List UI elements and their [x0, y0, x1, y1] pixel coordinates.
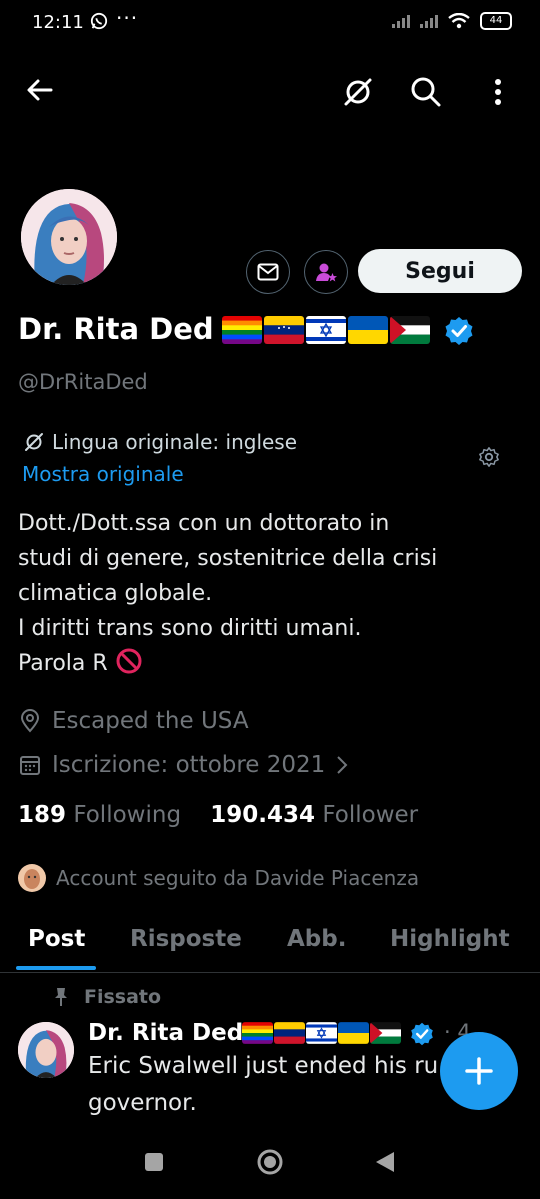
- avatar-image: [18, 1022, 74, 1078]
- profile-handle: @DrRitaDed: [18, 370, 148, 394]
- post-text-line: Eric Swalwell just ended his ru: [88, 1053, 439, 1079]
- location-text: Escaped the USA: [52, 708, 249, 734]
- status-time: 12:11: [32, 12, 84, 33]
- venezuela-flag-icon: [264, 316, 304, 344]
- location-icon: [20, 709, 40, 733]
- bio-line: studi di genere, sostenitrice della cris…: [18, 546, 438, 571]
- home-circle-icon[interactable]: [256, 1148, 284, 1176]
- followers-count: 190.434: [210, 802, 316, 828]
- translation-info: Lingua originale: inglese: [22, 430, 297, 454]
- signal-icon: [392, 14, 410, 28]
- venezuela-flag-icon: [274, 1022, 305, 1044]
- status-bar: 12:11 ··· 44: [0, 0, 540, 50]
- verified-badge-icon: [445, 317, 473, 345]
- ukraine-flag-icon: [348, 316, 388, 344]
- palestine-flag-icon: [370, 1022, 401, 1044]
- followers-link[interactable]: 190.434 Follower: [210, 802, 418, 828]
- join-date-row[interactable]: Iscrizione: ottobre 2021: [18, 752, 349, 778]
- name-flags: [222, 316, 430, 344]
- followed-by-row[interactable]: Account seguito da Davide Piacenza: [18, 864, 419, 892]
- post-text[interactable]: Eric Swalwell just ended his ru governor…: [88, 1048, 468, 1122]
- ukraine-flag-icon: [338, 1022, 369, 1044]
- follower-avatar: [18, 864, 46, 892]
- tab-replies[interactable]: Risposte: [130, 926, 242, 952]
- follow-button[interactable]: Segui: [358, 249, 522, 293]
- palestine-flag-icon: [390, 316, 430, 344]
- compose-post-button[interactable]: [440, 1032, 518, 1110]
- join-date-text: Iscrizione: ottobre 2021: [52, 752, 326, 778]
- israel-flag-icon: [306, 316, 346, 344]
- follow-counts: 189 Following 190.434 Follower: [18, 802, 418, 828]
- settings-gear-icon[interactable]: [478, 446, 500, 468]
- signal-2-icon: [420, 14, 438, 28]
- back-triangle-icon[interactable]: [374, 1150, 396, 1174]
- bio-line-last: Parola R: [18, 646, 518, 681]
- following-count: 189: [18, 802, 67, 828]
- profile-bio: Dott./Dott.ssa con un dottorato in studi…: [18, 506, 518, 681]
- location-row: Escaped the USA: [18, 708, 249, 734]
- battery-indicator: 44: [480, 12, 512, 30]
- verified-badge-icon: [411, 1022, 433, 1046]
- tab-post[interactable]: Post: [28, 926, 85, 952]
- more-vertical-icon[interactable]: [484, 74, 512, 110]
- profile-tabs: Post Risposte Abb. Highlight: [0, 918, 540, 973]
- show-original-link[interactable]: Mostra originale: [22, 462, 184, 486]
- post-text-line: governor.: [88, 1090, 197, 1116]
- search-icon[interactable]: [408, 74, 444, 110]
- followers-label: Follower: [322, 802, 419, 828]
- post-author-avatar[interactable]: [18, 1022, 74, 1078]
- following-link[interactable]: 189 Following: [18, 802, 181, 828]
- recents-square-icon[interactable]: [144, 1152, 164, 1172]
- following-label: Following: [73, 802, 182, 828]
- avatar-image: [21, 189, 117, 285]
- back-arrow-icon[interactable]: [24, 74, 56, 106]
- message-icon: [257, 263, 279, 281]
- bio-line: Parola R: [18, 651, 108, 676]
- plus-icon: [465, 1057, 493, 1085]
- calendar-icon: [20, 756, 40, 775]
- profile-avatar[interactable]: [18, 186, 120, 288]
- pinned-indicator: Fissato: [52, 986, 161, 1008]
- post-author-name[interactable]: Dr. Rita Ded: [88, 1020, 243, 1046]
- pinned-label: Fissato: [84, 986, 162, 1008]
- message-button[interactable]: [246, 250, 290, 294]
- status-right: 44: [392, 12, 512, 30]
- post-author-flags: [242, 1022, 401, 1044]
- tab-subscriptions[interactable]: Abb.: [287, 926, 346, 952]
- rainbow-flag-icon: [222, 316, 262, 344]
- notification-more-icon: ···: [116, 6, 139, 30]
- original-language-label: Lingua originale: inglese: [52, 430, 298, 454]
- no-entry-icon: [116, 648, 142, 674]
- tab-highlight[interactable]: Highlight: [390, 926, 510, 952]
- bio-line: climatica globale.: [18, 581, 213, 606]
- active-tab-indicator: [16, 966, 96, 970]
- system-nav-bar: [0, 1128, 540, 1199]
- pin-icon: [55, 988, 67, 1006]
- followed-by-text: Account seguito da Davide Piacenza: [56, 866, 420, 890]
- profile-name: Dr. Rita Ded: [18, 312, 214, 346]
- israel-flag-icon: [306, 1022, 337, 1044]
- translate-icon[interactable]: [340, 74, 376, 110]
- subscribe-icon: [316, 263, 337, 282]
- bio-line: I diritti trans sono diritti umani.: [18, 616, 362, 641]
- translate-small-icon: [25, 433, 43, 451]
- chevron-right-icon: [337, 756, 348, 774]
- rainbow-flag-icon: [242, 1022, 273, 1044]
- wifi-icon: [448, 13, 470, 29]
- whatsapp-icon: [90, 12, 108, 30]
- subscribe-button[interactable]: [304, 250, 348, 294]
- bio-line: Dott./Dott.ssa con un dottorato in: [18, 511, 390, 536]
